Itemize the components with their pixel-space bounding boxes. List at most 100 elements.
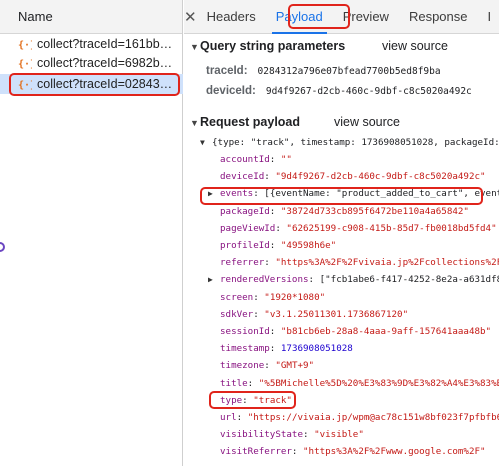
field-value: "49598h6e" (280, 240, 337, 251)
tab-preview[interactable]: Preview (333, 0, 399, 34)
query-param-row: deviceId: 9d4f9267-d2cb-460c-9dbf-c8c5020… (206, 85, 472, 97)
field-value: "38724d733cb895f6472be110a4a65842" (280, 205, 469, 217)
field-key: type (220, 394, 243, 406)
field-key: timestamp (220, 343, 270, 355)
svg-text:{·}: {·} (18, 80, 32, 90)
payload-field-row-screen: screen: "1920*1080" (220, 289, 325, 306)
field-colon: : (264, 257, 276, 269)
field-value: "https%3A%2F%2Fvivaia.jp%2Fcollections%2… (275, 257, 499, 269)
field-colon: : (269, 205, 281, 217)
payload-field-row-timestamp: timestamp: 1736908051028 (220, 340, 353, 357)
query-view-source-link[interactable]: view source (382, 39, 448, 53)
collapse-triangle-icon: ▼ (190, 118, 199, 128)
field-value: "track" (253, 394, 292, 406)
drag-handle-icon[interactable] (0, 242, 5, 252)
field-value: "https%3A%2F%2Fwww.google.com%2F" (303, 446, 486, 458)
field-colon: : (253, 291, 265, 303)
request-row-2[interactable]: {·} collect?traceId=6982b… (0, 53, 183, 73)
field-value: "https://vivaia.jp/wpm@ac78c151w8bf023f7… (247, 412, 499, 423)
field-key: packageId (220, 205, 270, 217)
svg-text:{·}: {·} (18, 59, 32, 69)
payload-field-row-url: url: "https://vivaia.jp/wpm@ac78c151w8bf… (220, 409, 499, 426)
field-value: "9d4f9267-d2cb-460c-9dbf-c8c5020a492c" (275, 171, 486, 183)
close-icon[interactable]: ✕ (184, 8, 197, 26)
payload-summary-row[interactable]: ▼ {type: "track", timestamp: 173690805102… (200, 134, 499, 151)
name-column-header[interactable]: Name (0, 0, 182, 34)
payload-field-row-title: title: "%5BMichelle%5D%20%E3%83%9D%E3%82… (220, 375, 499, 392)
field-key: visitReferrer (220, 446, 292, 458)
param-value: 9d4f9267-d2cb-460c-9dbf-c8c5020a492c (265, 86, 472, 97)
expand-triangle-icon[interactable]: ▶ (208, 271, 220, 288)
request-row-1[interactable]: {·} collect?traceId=161bb… (0, 34, 183, 54)
field-colon: : (302, 429, 315, 441)
expand-triangle-icon: ▼ (200, 138, 205, 147)
xhr-request-icon: {·} (18, 37, 32, 51)
request-name: collect?traceId=02843… (37, 77, 173, 91)
field-key: profileId (220, 240, 270, 251)
field-value: "1920*1080" (264, 291, 326, 303)
payload-field-row-accountId: accountId: "" (220, 151, 292, 168)
field-value: "b81cb6eb-28a8-4aaa-9aff-157641aaa48b" (280, 326, 492, 337)
expand-triangle-icon[interactable]: ▶ (208, 185, 220, 202)
field-colon: : (269, 154, 281, 165)
payload-field-row-visitReferrer: visitReferrer: "https%3A%2F%2Fwww.google… (220, 443, 486, 460)
payload-toggle[interactable]: ▼Request payload (190, 114, 300, 131)
payload-field-row-timezone: timezone: "GMT+9" (220, 357, 314, 374)
field-key: referrer (220, 257, 265, 269)
query-params-title: Query string parameters (200, 39, 346, 53)
field-key: visibilityState (220, 429, 303, 441)
field-colon: : (269, 343, 281, 355)
field-key: accountId (220, 154, 270, 165)
field-key: sessionId (220, 326, 270, 337)
field-value: [{eventName: "product_added_to_cart", ev… (264, 188, 499, 200)
collapse-triangle-icon: ▼ (190, 42, 199, 52)
field-value: ["fcb1abe6-f417-4252-8e2a-a631df8 (319, 274, 499, 286)
xhr-request-icon: {·} (18, 56, 32, 70)
param-key: traceId: (206, 65, 248, 77)
field-value: "v3.1.25011301.1736867120" (264, 308, 409, 320)
field-key: events (220, 188, 254, 200)
field-key: screen (220, 291, 254, 303)
svg-text:{·}: {·} (18, 40, 32, 50)
detail-tab-bar: ✕ Headers Payload Preview Response I (184, 0, 499, 34)
payload-field-row-profileId: profileId: "49598h6e" (220, 237, 336, 254)
payload-field-row-events[interactable]: ▶ events: [{eventName: "product_added_to_… (208, 185, 499, 202)
field-key: sdkVer (220, 308, 254, 320)
field-colon: : (253, 188, 265, 200)
payload-field-row-renderedVersions[interactable]: ▶ renderedVersions: ["fcb1abe6-f417-4252-… (208, 271, 499, 288)
field-colon: : (236, 412, 248, 423)
field-value: "visible" (314, 429, 364, 441)
payload-view-source-link[interactable]: view source (334, 115, 400, 129)
request-name: collect?traceId=161bb… (37, 37, 173, 51)
field-key: title (220, 377, 248, 389)
field-value: "62625199-c908-415b-85d7-fb0018bd5fd4" (286, 222, 497, 234)
request-row-3-selected[interactable]: {·} collect?traceId=02843… (0, 74, 183, 94)
payload-field-row-pageViewId: pageViewId: "62625199-c908-415b-85d7-fb0… (220, 220, 497, 237)
request-list-panel: Name {·} collect?traceId=161bb… {·} coll… (0, 0, 183, 466)
field-colon: : (269, 240, 281, 251)
payload-field-row-sdkVer: sdkVer: "v3.1.25011301.1736867120" (220, 306, 408, 323)
field-value: "GMT+9" (275, 360, 315, 372)
field-colon: : (242, 394, 254, 406)
payload-field-row-visibilityState: visibilityState: "visible" (220, 426, 364, 443)
field-value: "" (280, 154, 292, 165)
field-key: renderedVersions (220, 274, 309, 286)
tab-payload[interactable]: Payload (266, 0, 333, 34)
payload-field-row-sessionId: sessionId: "b81cb6eb-28a8-4aaa-9aff-1576… (220, 323, 491, 340)
tab-response[interactable]: Response (399, 0, 478, 34)
field-key: pageViewId (220, 222, 276, 234)
field-key: timezone (220, 360, 265, 372)
query-params-toggle[interactable]: ▼Query string parameters (190, 38, 345, 55)
payload-title: Request payload (200, 115, 301, 129)
payload-field-row-deviceId: deviceId: "9d4f9267-d2cb-460c-9dbf-c8c50… (220, 168, 486, 185)
param-key: deviceId: (206, 85, 256, 97)
field-colon: : (275, 222, 287, 234)
payload-field-row-packageId: packageId: "38724d733cb895f6472be110a4a6… (220, 203, 469, 220)
field-value: "%5BMichelle%5D%20%E3%83%9D%E3%82%A4%E3%… (258, 377, 499, 389)
field-colon: : (264, 360, 276, 372)
payload-summary: {type: "track", timestamp: 1736908051028… (212, 137, 499, 148)
tab-headers[interactable]: Headers (197, 0, 266, 34)
field-value: 1736908051028 (280, 343, 353, 355)
field-colon: : (308, 274, 320, 286)
tab-initiator[interactable]: I (478, 0, 499, 34)
